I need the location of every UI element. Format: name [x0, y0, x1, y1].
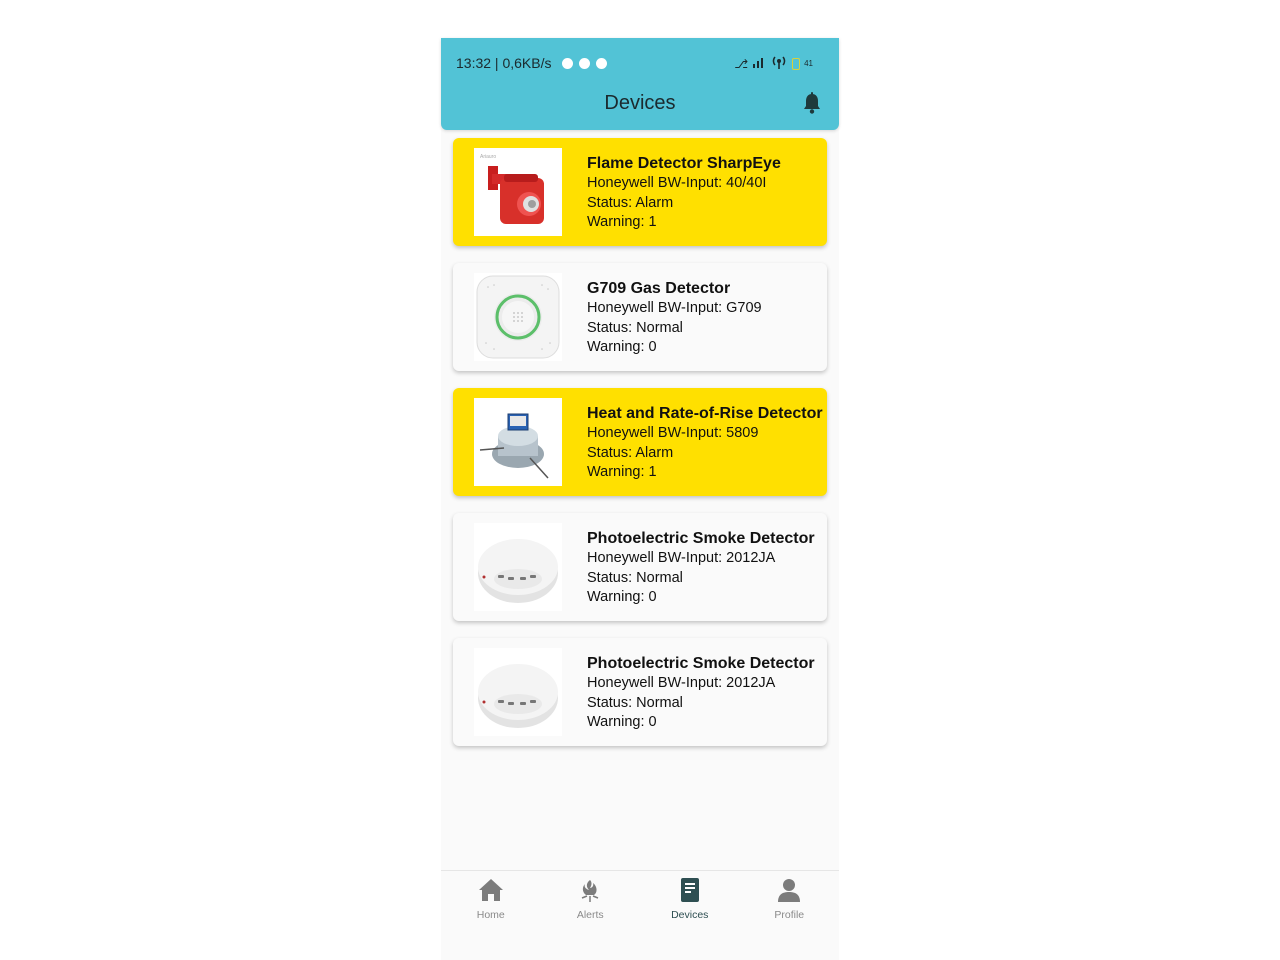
device-card[interactable]: G709 Gas Detector Honeywell BW-Input: G7… [453, 263, 827, 371]
devices-icon [680, 878, 699, 902]
home-icon [478, 879, 503, 901]
status-bar-left: 13:32 | 0,6KB/s [456, 55, 608, 71]
nav-profile[interactable]: Profile [740, 871, 840, 935]
smoke-detector-image [474, 523, 562, 611]
device-warning: Warning: 1 [587, 214, 657, 230]
device-info: Heat and Rate-of-Rise Detector Honeywell… [587, 404, 823, 483]
device-list: Ariauro Flame Detector SharpEye Honeywel… [453, 138, 827, 763]
device-info: Photoelectric Smoke Detector Honeywell B… [587, 654, 821, 733]
device-input: Honeywell BW-Input: G709 [587, 300, 762, 316]
status-bar-right: ⎇ 41 [734, 55, 813, 72]
notification-dot-icon [562, 57, 574, 69]
device-status: Status: Normal [587, 319, 683, 336]
device-status: Status: Alarm [587, 444, 674, 461]
nav-label: Profile [774, 909, 805, 921]
device-name: Heat and Rate-of-Rise Detector [587, 405, 823, 422]
device-name: Flame Detector SharpEye [587, 155, 781, 172]
notification-dot-icon [579, 57, 591, 69]
device-input: Honeywell BW-Input: 2012JA [587, 550, 776, 566]
hotspot-icon [770, 55, 788, 72]
app-header: 13:32 | 0,6KB/s ⎇ 41 Devices [441, 38, 839, 130]
device-info: Photoelectric Smoke Detector Honeywell B… [587, 529, 821, 608]
device-input: Honeywell BW-Input: 2012JA [587, 675, 776, 691]
nav-devices[interactable]: Devices [640, 871, 740, 935]
heat-detector-image [474, 398, 562, 486]
bluetooth-icon: ⎇ [734, 56, 749, 71]
profile-icon [778, 879, 801, 902]
device-name: Photoelectric Smoke Detector [587, 655, 815, 672]
battery-level: 41 [804, 59, 813, 68]
page-title: Devices [604, 92, 676, 114]
device-input: Honeywell BW-Input: 5809 [587, 425, 759, 441]
nav-label: Alerts [576, 909, 604, 921]
device-warning: Warning: 1 [587, 464, 657, 480]
status-time: 13:32 | 0,6KB/s [456, 55, 552, 71]
nav-label: Devices [671, 909, 709, 921]
device-info: G709 Gas Detector Honeywell BW-Input: G7… [587, 279, 821, 358]
device-warning: Warning: 0 [587, 714, 657, 730]
phone-screen: 13:32 | 0,6KB/s ⎇ 41 Devices Ariauro Fla… [441, 38, 839, 960]
device-status: Status: Alarm [587, 194, 674, 211]
nav-alerts[interactable]: Alerts [541, 871, 641, 935]
bottom-navigation: Home Alerts Devices Profile [441, 870, 839, 935]
signal-icon [752, 56, 766, 71]
device-input: Honeywell BW-Input: 40/40I [587, 175, 767, 191]
device-card[interactable]: Photoelectric Smoke Detector Honeywell B… [453, 638, 827, 746]
device-warning: Warning: 0 [587, 589, 657, 605]
device-name: G709 Gas Detector [587, 280, 731, 297]
flame-detector-image: Ariauro [474, 148, 562, 236]
gas-detector-image [474, 273, 562, 361]
device-warning: Warning: 0 [587, 339, 657, 355]
device-card[interactable]: Ariauro Flame Detector SharpEye Honeywel… [453, 138, 827, 246]
device-name: Photoelectric Smoke Detector [587, 530, 815, 547]
device-card[interactable]: Photoelectric Smoke Detector Honeywell B… [453, 513, 827, 621]
device-card[interactable]: Heat and Rate-of-Rise Detector Honeywell… [453, 388, 827, 496]
device-status: Status: Normal [587, 569, 683, 586]
bell-icon[interactable] [802, 92, 822, 114]
device-status: Status: Normal [587, 694, 683, 711]
nav-label: Home [476, 909, 505, 921]
smoke-detector-image [474, 648, 562, 736]
device-info: Flame Detector SharpEye Honeywell BW-Inp… [587, 154, 821, 233]
svg-text:Ariauro: Ariauro [480, 154, 496, 160]
nav-home[interactable]: Home [441, 871, 541, 935]
notification-dot-icon [596, 57, 608, 69]
alerts-icon [581, 880, 599, 902]
battery-icon [792, 57, 801, 70]
